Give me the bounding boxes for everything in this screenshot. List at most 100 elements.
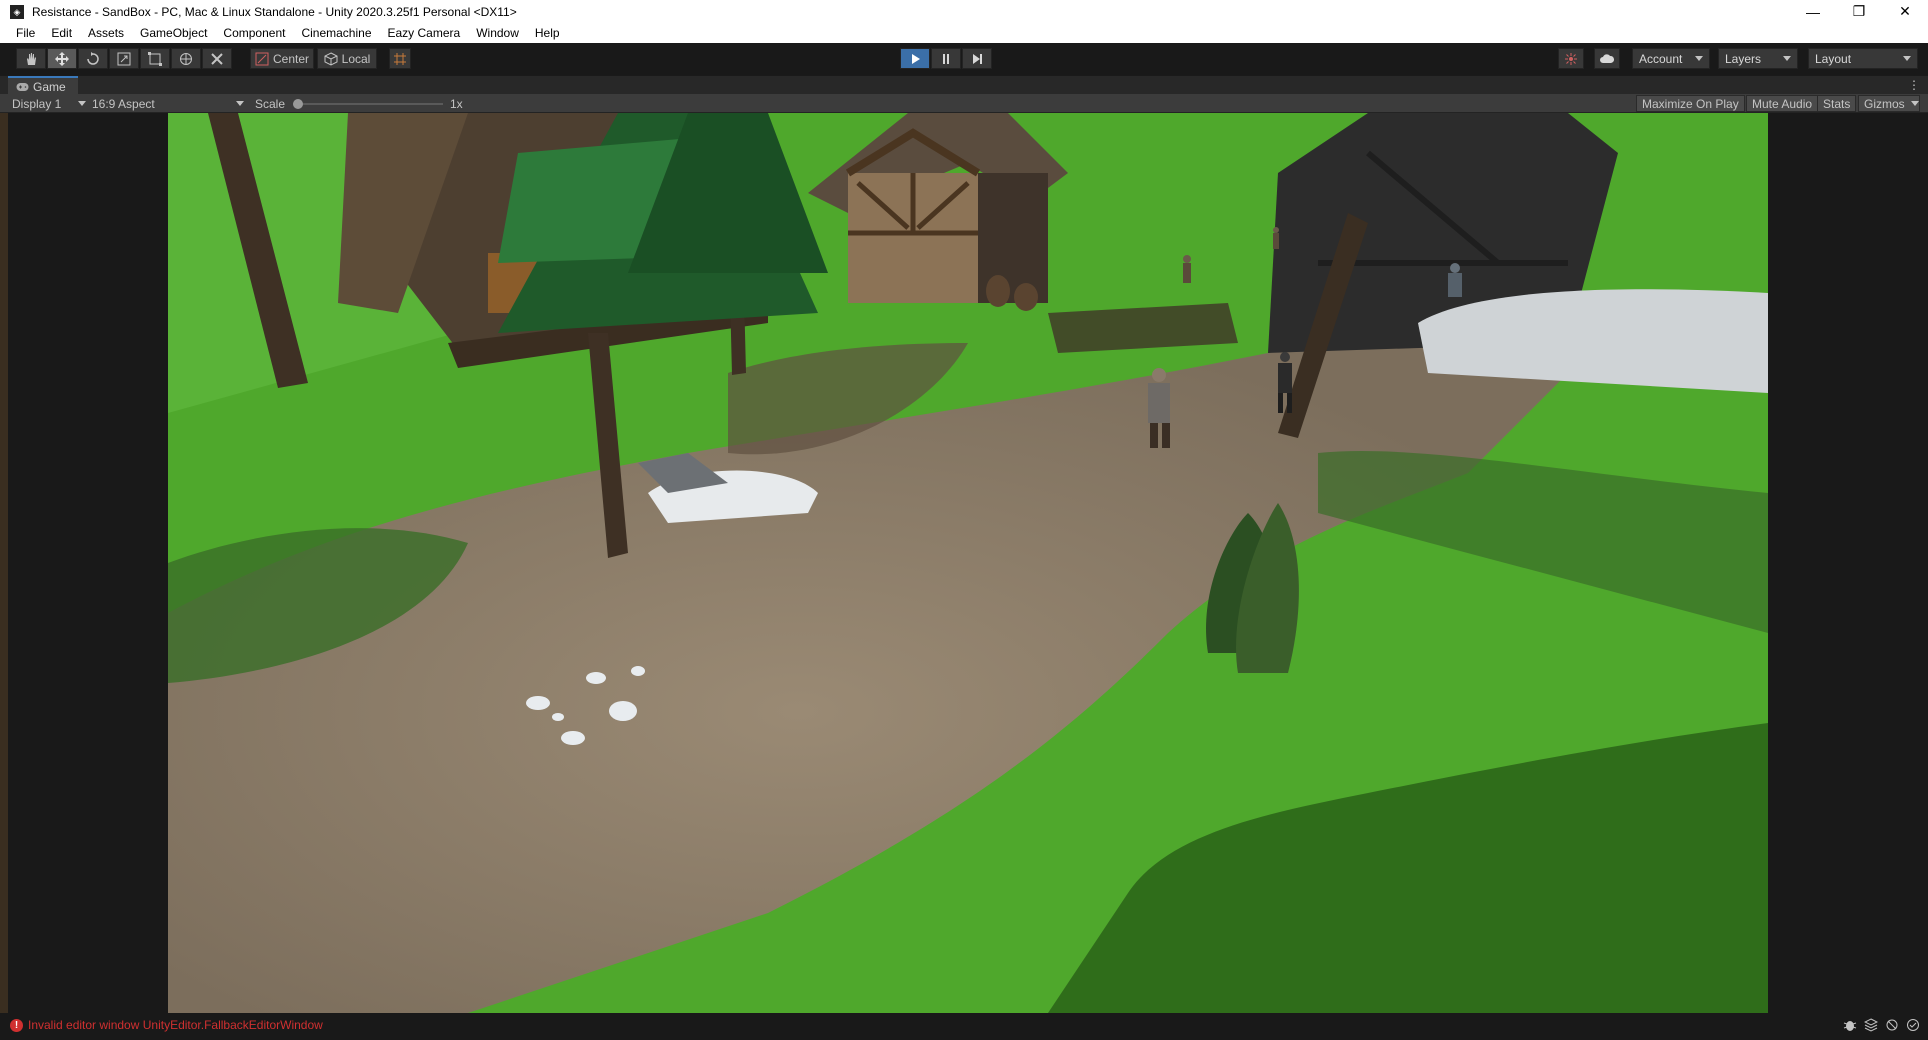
collab-icon — [1565, 52, 1577, 65]
aspect-label: 16:9 Aspect — [92, 96, 155, 111]
pebble — [609, 701, 637, 721]
left-edge-panel — [0, 113, 8, 1028]
account-caret-icon — [1695, 56, 1703, 61]
error-icon: ! — [10, 1018, 23, 1032]
npc-right — [1448, 263, 1462, 297]
console-error-message[interactable]: ! Invalid editor window UnityEditor.Fall… — [10, 1018, 323, 1032]
check-circle-icon[interactable] — [1906, 1018, 1920, 1032]
menu-window[interactable]: Window — [468, 26, 527, 40]
hand-icon — [27, 52, 36, 65]
gamepad-icon — [16, 82, 29, 91]
move-icon — [55, 51, 69, 66]
mute-audio-button[interactable]: Mute Audio — [1746, 95, 1819, 112]
minimize-button[interactable]: — — [1790, 0, 1836, 23]
rotate-icon — [87, 51, 99, 65]
unity-logo-icon: ◈ — [10, 4, 24, 19]
game-scene — [168, 113, 1768, 1013]
move-tool-button[interactable] — [47, 48, 77, 69]
rotate-tool-button[interactable] — [78, 48, 108, 69]
menu-edit[interactable]: Edit — [43, 26, 80, 40]
rect-tool-button[interactable] — [140, 48, 170, 69]
pause-button[interactable] — [931, 48, 961, 69]
tab-game[interactable]: Game — [8, 76, 78, 95]
pivot-rotation-button[interactable]: Local — [317, 48, 377, 69]
display-caret-icon — [78, 101, 86, 106]
scale-value: 1x — [450, 96, 463, 111]
game-viewport[interactable] — [168, 113, 1768, 1013]
layout-label: Layout — [1815, 51, 1852, 66]
barrel — [1014, 283, 1038, 311]
gizmos-caret-icon — [1910, 101, 1919, 106]
pebble — [526, 696, 550, 710]
aspect-caret-icon — [236, 101, 244, 106]
gizmos-label: Gizmos — [1864, 96, 1905, 111]
menu-component[interactable]: Component — [215, 26, 293, 40]
scale-label: Scale — [255, 96, 286, 111]
local-space-icon — [324, 51, 338, 66]
auto-generate-icon[interactable] — [1885, 1018, 1899, 1032]
restore-button[interactable]: ❐ — [1836, 0, 1882, 23]
layout-dropdown[interactable]: Layout — [1808, 48, 1918, 69]
step-button[interactable] — [962, 48, 992, 69]
maximize-on-play-button[interactable]: Maximize On Play — [1636, 95, 1745, 112]
cloud-icon — [1600, 53, 1614, 63]
play-button[interactable] — [900, 48, 930, 69]
bug-icon[interactable] — [1843, 1018, 1857, 1032]
menu-eazy-camera[interactable]: Eazy Camera — [380, 26, 469, 40]
window-title: Resistance - SandBox - PC, Mac & Linux S… — [32, 4, 517, 19]
custom-tool-button[interactable] — [202, 48, 232, 69]
menu-help[interactable]: Help — [527, 26, 568, 40]
scale-slider[interactable] — [293, 94, 443, 113]
kebab-menu-icon[interactable]: ⋮ — [1908, 78, 1920, 92]
npc-distant — [1273, 227, 1279, 249]
tab-game-label: Game — [33, 79, 66, 94]
display-label: Display 1 — [12, 96, 62, 111]
tools-icon — [211, 52, 223, 65]
pebble — [586, 672, 606, 684]
account-dropdown[interactable]: Account — [1632, 48, 1710, 69]
npc-villager — [1183, 255, 1191, 283]
title-bar: ◈ Resistance - SandBox - PC, Mac & Linux… — [0, 0, 1928, 23]
pivot-rotation-label: Local — [341, 51, 371, 66]
pivot-mode-label: Center — [272, 51, 310, 66]
main-toolbar: Center Local Account Layers Layout — [0, 43, 1928, 75]
layers-dropdown[interactable]: Layers — [1718, 48, 1798, 69]
gizmos-dropdown[interactable]: Gizmos — [1858, 95, 1920, 112]
menu-file[interactable]: File — [8, 26, 43, 40]
transform-icon — [180, 52, 192, 65]
grid-snap-button[interactable] — [389, 48, 411, 69]
barrel — [986, 275, 1010, 307]
scale-slider-thumb[interactable] — [293, 99, 303, 109]
account-label: Account — [1639, 51, 1683, 66]
pebble — [561, 731, 585, 745]
pebble — [552, 713, 564, 721]
pebble — [631, 666, 645, 676]
pivot-mode-button[interactable]: Center — [250, 48, 314, 69]
hand-tool-button[interactable] — [16, 48, 46, 69]
step-icon — [973, 53, 982, 64]
menu-cinemachine[interactable]: Cinemachine — [293, 26, 379, 40]
menu-gameobject[interactable]: GameObject — [132, 26, 215, 40]
scale-tool-button[interactable] — [109, 48, 139, 69]
transform-tool-button[interactable] — [171, 48, 201, 69]
layers-label: Layers — [1725, 51, 1762, 66]
play-icon — [912, 53, 920, 64]
pause-icon — [943, 53, 949, 64]
menu-assets[interactable]: Assets — [80, 26, 132, 40]
menu-bar: File Edit Assets GameObject Component Ci… — [0, 23, 1928, 43]
window-tab-bar: Game ⋮ — [0, 75, 1928, 95]
scale-slider-track — [293, 103, 443, 105]
game-view-toolbar: Display 1 16:9 Aspect Scale 1x Maximize … — [0, 94, 1928, 113]
rect-transform-icon — [148, 51, 162, 66]
stats-button[interactable]: Stats — [1817, 95, 1857, 112]
status-bar: ! Invalid editor window UnityEditor.Fall… — [0, 1013, 1928, 1040]
scale-icon — [117, 52, 131, 65]
aspect-dropdown[interactable]: 16:9 Aspect — [92, 94, 244, 113]
display-dropdown[interactable]: Display 1 — [12, 94, 86, 113]
collab-button[interactable] — [1558, 48, 1584, 69]
layout-caret-icon — [1903, 56, 1911, 61]
cloud-button[interactable] — [1594, 48, 1620, 69]
pivot-center-icon — [255, 52, 269, 65]
layers-stack-icon[interactable] — [1864, 1018, 1878, 1032]
close-button[interactable]: ✕ — [1882, 0, 1928, 23]
